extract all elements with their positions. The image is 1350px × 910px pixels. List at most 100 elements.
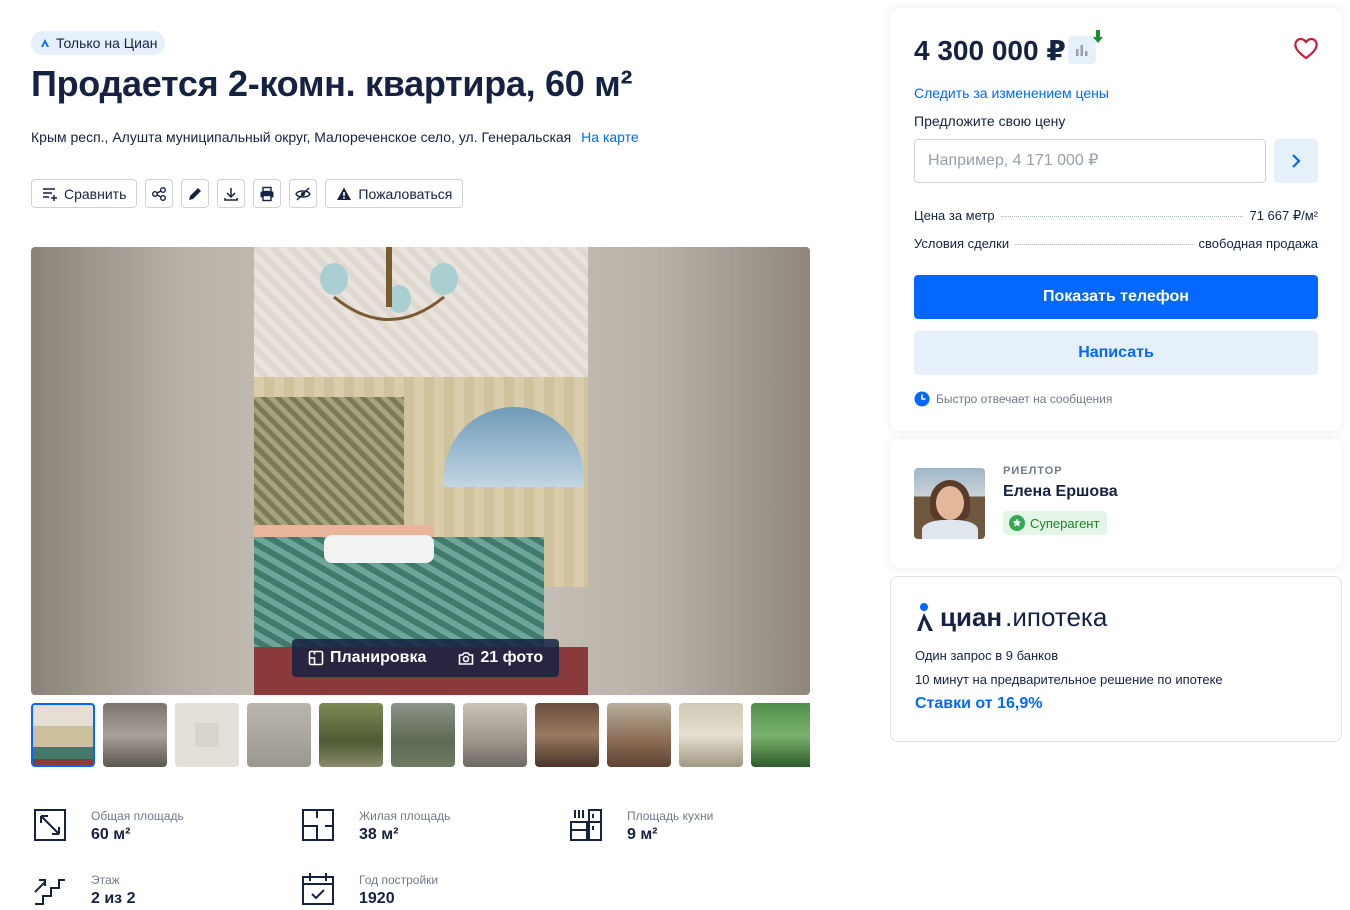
thumbnail[interactable] [175, 703, 239, 767]
map-link[interactable]: На карте [581, 129, 639, 145]
toolbar: Сравнить Пожаловаться [31, 179, 464, 208]
gallery-controls: Планировка 21 фото [292, 639, 560, 677]
show-phone-button[interactable]: Показать телефон [914, 275, 1318, 319]
page-title: Продается 2-комн. квартира, 60 м² [31, 63, 633, 104]
complain-label: Пожаловаться [358, 185, 453, 202]
offer-submit-button[interactable] [1274, 139, 1318, 183]
plan-label: Планировка [330, 649, 427, 666]
param-label: Общая площадь [91, 809, 184, 823]
row-value: свободная продажа [1198, 236, 1318, 251]
thumbnail[interactable] [463, 703, 527, 767]
chandelier-graphic [320, 247, 458, 321]
address: Крым респ., Алушта муниципальный округ, … [31, 129, 639, 145]
edit-button[interactable] [181, 179, 210, 208]
hide-button[interactable] [289, 179, 318, 208]
hide-icon [295, 187, 312, 200]
clock-icon [914, 391, 930, 407]
exclusive-badge-label: Только на Циан [56, 35, 158, 51]
thumbnail[interactable] [103, 703, 167, 767]
area-icon [34, 809, 66, 841]
compare-icon [43, 187, 57, 201]
kitchen-icon [570, 809, 602, 841]
deal-terms-row: Условия сделки свободная продажа [914, 236, 1318, 251]
edit-icon [189, 187, 202, 200]
param-value: 1920 [359, 890, 395, 907]
fast-reply-note: Быстро отвечает на сообщения [914, 391, 1112, 407]
brand-rest: .ипотека [1005, 602, 1108, 632]
cian-logo-icon [41, 39, 49, 47]
param-label: Год постройки [359, 873, 439, 887]
photo-gallery[interactable]: Планировка 21 фото [31, 247, 810, 695]
floor-plan-icon [308, 650, 324, 666]
share-icon [152, 186, 167, 201]
superagent-label: Суперагент [1030, 515, 1100, 531]
main-photo[interactable] [254, 247, 588, 695]
mortgage-line-1: Один запрос в 9 банков [915, 648, 1059, 663]
address-text: Крым респ., Алушта муниципальный округ, … [31, 129, 572, 145]
thumbnail[interactable] [391, 703, 455, 767]
share-button[interactable] [145, 179, 174, 208]
all-photos-button[interactable]: 21 фото [458, 649, 543, 667]
camera-icon [459, 652, 474, 665]
write-message-button[interactable]: Написать [914, 331, 1318, 375]
offer-label: Предложите свою цену [914, 113, 1066, 129]
living-area-icon [302, 809, 334, 841]
thumbnail[interactable] [535, 703, 599, 767]
calendar-icon [302, 873, 334, 905]
print-button[interactable] [253, 179, 282, 208]
agent-card: РИЕЛТОР Елена Ершова Суперагент [890, 439, 1342, 568]
thumbnail[interactable] [247, 703, 311, 767]
follow-price-link[interactable]: Следить за изменением цены [914, 85, 1109, 101]
complain-button[interactable]: Пожаловаться [325, 179, 464, 208]
fast-reply-text: Быстро отвечает на сообщения [936, 392, 1113, 406]
param-value: 2 из 2 [91, 890, 136, 907]
thumbnail[interactable] [31, 703, 95, 767]
warning-icon [337, 187, 352, 200]
price-down-icon [1093, 30, 1103, 43]
star-badge-icon [1009, 515, 1025, 531]
thumbnail[interactable] [679, 703, 743, 767]
param-build-year: Год постройки 1920 [299, 870, 438, 908]
param-living-area: Жилая площадь 38 м² [299, 806, 450, 844]
mortgage-line-2: 10 минут на предварительное решение по и… [915, 672, 1223, 687]
mortgage-banner[interactable]: циан .ипотека Один запрос в 9 банков 10 м… [890, 576, 1342, 742]
price-per-meter-row: Цена за метр 71 667 ₽/м² [914, 208, 1318, 224]
row-label: Условия сделки [914, 236, 1010, 251]
print-icon [260, 186, 274, 201]
favorite-heart-icon[interactable] [1292, 34, 1320, 62]
agent-name[interactable]: Елена Ершова [1003, 483, 1118, 501]
thumbnail[interactable] [751, 703, 810, 767]
chevron-right-icon [1292, 154, 1301, 168]
param-label: Этаж [91, 873, 120, 887]
param-label: Жилая площадь [359, 809, 451, 823]
bar-chart-icon [1076, 45, 1088, 56]
param-floor: Этаж 2 из 2 [31, 870, 135, 908]
param-kitchen-area: Площадь кухни 9 м² [567, 806, 713, 844]
photos-label: 21 фото [480, 649, 544, 666]
location-pin-icon [917, 603, 933, 631]
param-label: Площадь кухни [627, 809, 714, 823]
price: 4 300 000 ₽ [914, 35, 1066, 66]
param-total-area: Общая площадь 60 м² [31, 806, 184, 844]
exclusive-badge: Только на Циан [31, 31, 166, 55]
download-icon [224, 187, 239, 201]
thumbnail[interactable] [319, 703, 383, 767]
download-button[interactable] [217, 179, 246, 208]
cian-mortgage-logo: циан .ипотека [915, 601, 1107, 633]
brand-bold: циан [940, 602, 1003, 632]
agent-avatar[interactable] [914, 468, 985, 539]
mortgage-rate: Ставки от 16,9% [915, 695, 1043, 712]
offer-price-input[interactable] [914, 139, 1266, 183]
compare-button[interactable]: Сравнить [31, 179, 138, 208]
plan-button[interactable]: Планировка [308, 649, 426, 667]
thumbnail[interactable] [607, 703, 671, 767]
price-card: 4 300 000 ₽ Следить за изменением цены П… [890, 8, 1342, 431]
superagent-badge: Суперагент [1003, 511, 1108, 535]
thumbnail-strip [31, 703, 810, 767]
param-value: 9 м² [627, 826, 658, 843]
row-value: 71 667 ₽/м² [1249, 208, 1318, 223]
stairs-icon [34, 879, 65, 905]
param-value: 60 м² [91, 826, 131, 843]
agent-role: РИЕЛТОР [1003, 465, 1063, 477]
compare-label: Сравнить [64, 185, 127, 202]
